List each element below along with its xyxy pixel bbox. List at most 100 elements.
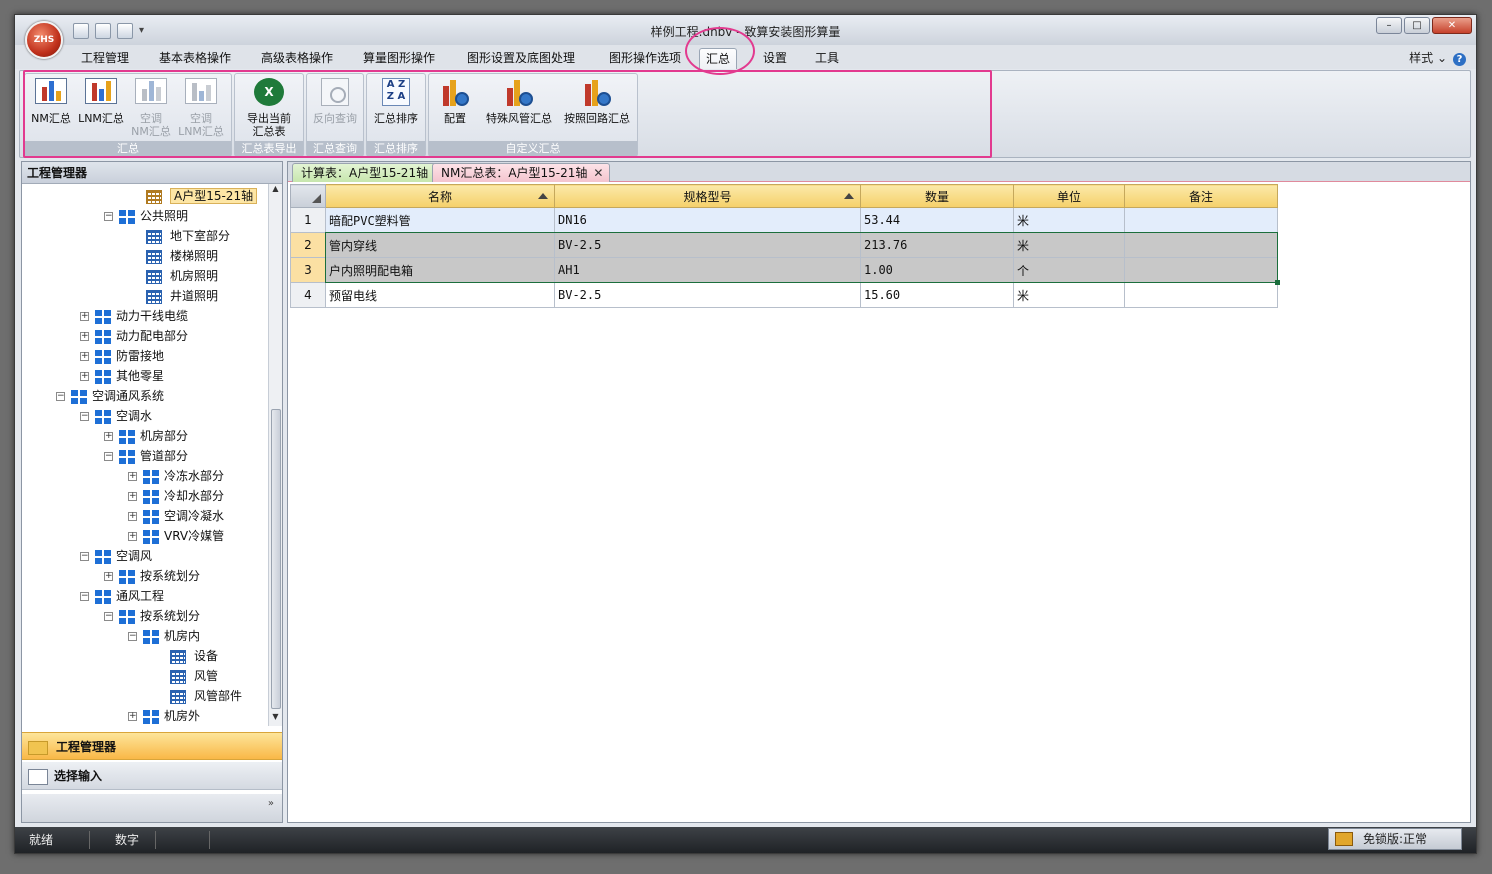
- cell-spec[interactable]: BV-2.5: [554, 282, 861, 308]
- tree-node[interactable]: 井道照明: [146, 286, 218, 306]
- table-row[interactable]: 1 暗配PVC塑料管 DN16 53.44 米: [290, 207, 1278, 233]
- expand-icon[interactable]: +: [128, 712, 137, 721]
- circuit-summary-button[interactable]: 按照回路汇总: [559, 78, 635, 125]
- tree-node[interactable]: 楼梯照明: [146, 246, 218, 266]
- expand-icon[interactable]: +: [80, 312, 89, 321]
- table-row[interactable]: 3 户内照明配电箱 AH1 1.00 个: [290, 257, 1278, 283]
- cell-name[interactable]: 预留电线: [325, 282, 555, 308]
- cell-name[interactable]: 管内穿线: [325, 232, 555, 258]
- cell-qty[interactable]: 1.00: [860, 257, 1014, 283]
- tree-node[interactable]: + 其他零星: [80, 366, 164, 386]
- ac-nm-summary-button[interactable]: 空调 NM汇总: [127, 78, 175, 138]
- export-summary-button[interactable]: X 导出当前 汇总表: [245, 78, 293, 138]
- tree-scrollbar[interactable]: ▲ ▼: [268, 184, 282, 726]
- nav-project-manager[interactable]: 工程管理器: [22, 732, 282, 760]
- cell-unit[interactable]: 米: [1013, 207, 1125, 233]
- header-name[interactable]: 名称: [325, 184, 555, 208]
- tree-node[interactable]: 设备: [170, 646, 218, 666]
- expand-icon[interactable]: +: [128, 532, 137, 541]
- expand-icon[interactable]: +: [80, 372, 89, 381]
- expand-icon[interactable]: +: [80, 332, 89, 341]
- tree-node[interactable]: − 按系统划分: [104, 606, 200, 626]
- summary-sort-button[interactable]: A ZZ A 汇总排序: [372, 78, 420, 125]
- minimize-button[interactable]: –: [1376, 17, 1402, 34]
- tree-node[interactable]: + 防雷接地: [80, 346, 164, 366]
- tab-summary[interactable]: 汇总: [699, 48, 738, 69]
- expand-icon[interactable]: +: [128, 472, 137, 481]
- scroll-up-icon[interactable]: ▲: [269, 184, 282, 198]
- tab-calc-table[interactable]: 计算表：A户型15-21轴: [292, 163, 438, 182]
- row-number[interactable]: 1: [290, 207, 326, 233]
- close-icon[interactable]: ✕: [593, 164, 603, 183]
- app-menu-button[interactable]: ZHS: [25, 21, 63, 59]
- row-number[interactable]: 2: [290, 232, 326, 258]
- tree-node[interactable]: 地下室部分: [146, 226, 230, 246]
- header-qty[interactable]: 数量: [860, 184, 1014, 208]
- tree-node[interactable]: − 管道部分: [104, 446, 188, 466]
- tree-node[interactable]: − 通风工程: [80, 586, 164, 606]
- header-spec[interactable]: 规格型号: [554, 184, 861, 208]
- tab-graphics-options[interactable]: 图形操作选项: [603, 48, 687, 69]
- expand-icon[interactable]: +: [128, 512, 137, 521]
- collapse-icon[interactable]: −: [104, 612, 113, 621]
- expand-icon[interactable]: +: [104, 572, 113, 581]
- tree-node[interactable]: − 机房内: [128, 626, 200, 646]
- style-menu[interactable]: 样式 ⌄?: [1409, 49, 1466, 66]
- row-number[interactable]: 3: [290, 257, 326, 283]
- select-all-corner[interactable]: [290, 184, 326, 208]
- tree-node[interactable]: − 公共照明: [104, 206, 188, 226]
- nm-summary-button[interactable]: NM汇总: [27, 78, 75, 125]
- help-icon[interactable]: ?: [1453, 53, 1466, 66]
- expand-icon[interactable]: +: [128, 492, 137, 501]
- reverse-query-button[interactable]: 反向查询: [311, 78, 359, 125]
- tree-node[interactable]: + 冷却水部分: [128, 486, 224, 506]
- header-unit[interactable]: 单位: [1013, 184, 1125, 208]
- tree-node[interactable]: + 动力干线电缆: [80, 306, 188, 326]
- cell-spec[interactable]: AH1: [554, 257, 861, 283]
- tree-node[interactable]: 机房照明: [146, 266, 218, 286]
- cell-note[interactable]: [1124, 282, 1278, 308]
- header-note[interactable]: 备注: [1124, 184, 1278, 208]
- scroll-thumb[interactable]: [271, 409, 281, 709]
- tree-node[interactable]: + 按系统划分: [104, 566, 200, 586]
- summary-table[interactable]: 名称 规格型号 数量 单位 备注 1 暗配PVC塑料管 DN16 53.44 米: [290, 184, 1278, 308]
- cell-unit[interactable]: 米: [1013, 282, 1125, 308]
- project-tree[interactable]: A户型15-21轴 − 公共照明 地下室部分 楼梯照明 机房照明 井道照明 + 动力…: [22, 184, 268, 726]
- tree-node[interactable]: 风管: [170, 666, 218, 686]
- nav-select-input[interactable]: 选择输入: [22, 762, 282, 790]
- close-button[interactable]: ✕: [1432, 17, 1472, 34]
- tab-project-management[interactable]: 工程管理: [75, 48, 135, 69]
- cell-note[interactable]: [1124, 232, 1278, 258]
- maximize-button[interactable]: □: [1404, 17, 1430, 34]
- style-menu-label[interactable]: 样式 ⌄: [1409, 51, 1447, 65]
- nav-overflow[interactable]: »: [22, 794, 282, 822]
- table-row[interactable]: 4 预留电线 BV-2.5 15.60 米: [290, 282, 1278, 308]
- tree-node[interactable]: + VRV冷媒管: [128, 526, 224, 546]
- expand-icon[interactable]: +: [104, 432, 113, 441]
- cell-name[interactable]: 户内照明配电箱: [325, 257, 555, 283]
- lnm-summary-button[interactable]: LNM汇总: [77, 78, 125, 125]
- cell-spec[interactable]: BV-2.5: [554, 232, 861, 258]
- tree-node[interactable]: A户型15-21轴: [146, 186, 258, 206]
- tree-node[interactable]: − 空调通风系统: [56, 386, 164, 406]
- cell-qty[interactable]: 15.60: [860, 282, 1014, 308]
- cell-spec[interactable]: DN16: [554, 207, 861, 233]
- tab-basic-table[interactable]: 基本表格操作: [153, 48, 237, 69]
- expand-icon[interactable]: +: [80, 352, 89, 361]
- tab-settings[interactable]: 设置: [757, 48, 793, 69]
- tab-advanced-table[interactable]: 高级表格操作: [255, 48, 339, 69]
- tab-quantity-graphics[interactable]: 算量图形操作: [357, 48, 441, 69]
- collapse-icon[interactable]: −: [80, 412, 89, 421]
- tab-nm-summary[interactable]: NM汇总表：A户型15-21轴 ✕: [432, 163, 611, 183]
- tab-tools[interactable]: 工具: [809, 48, 845, 69]
- collapse-icon[interactable]: −: [128, 632, 137, 641]
- tree-node[interactable]: + 冷冻水部分: [128, 466, 224, 486]
- collapse-icon[interactable]: −: [104, 212, 113, 221]
- tree-node[interactable]: − 空调风: [80, 546, 152, 566]
- tree-node[interactable]: + 空调冷凝水: [128, 506, 224, 526]
- special-duct-summary-button[interactable]: 特殊风管汇总: [481, 78, 557, 125]
- cell-unit[interactable]: 米: [1013, 232, 1125, 258]
- config-button[interactable]: 配置: [431, 78, 479, 125]
- tab-graphics-settings[interactable]: 图形设置及底图处理: [461, 48, 581, 69]
- chevron-right-icon[interactable]: »: [268, 798, 274, 809]
